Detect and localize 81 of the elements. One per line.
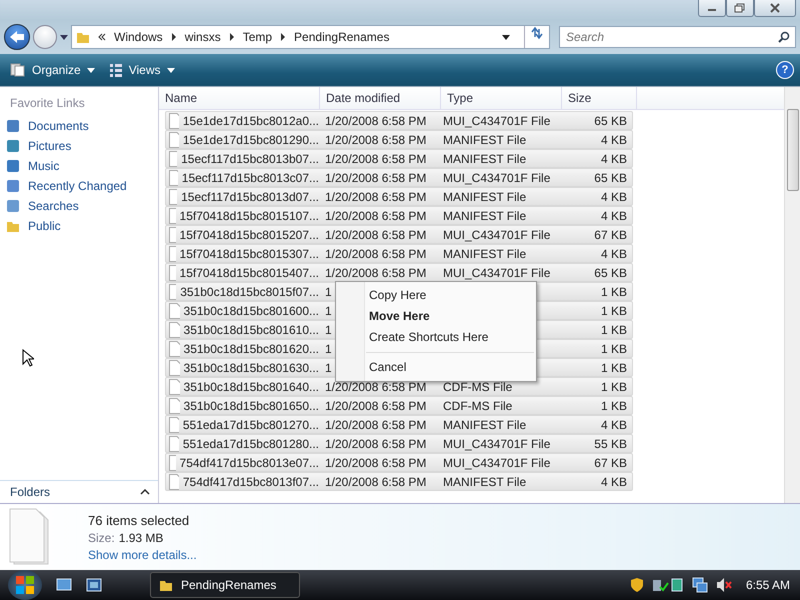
- table-cell: 1/20/2008 6:58 PM: [325, 474, 426, 488]
- table-cell: CDF-MS File: [443, 380, 512, 394]
- folders-label: Folders: [10, 485, 50, 499]
- table-cell: 1/20/2008 6:58 PM: [325, 132, 426, 146]
- table-cell: 1: [325, 342, 332, 356]
- size-label: Size:: [88, 530, 115, 544]
- table-cell: MANIFEST File: [443, 474, 526, 488]
- table-cell: 4 KB: [600, 190, 627, 204]
- clock: 6:55 AM: [746, 578, 790, 592]
- file-name: 351b0c18d15bc801650...: [184, 398, 319, 412]
- table-cell: MANIFEST File: [443, 208, 526, 222]
- table-cell: 1/20/2008 6:58 PM: [325, 418, 426, 432]
- file-name: 351b0c18d15bc8015f07...: [180, 284, 319, 298]
- table-cell: 1: [325, 360, 332, 374]
- table-cell: 1 KB: [600, 284, 627, 298]
- table-cell: 55 KB: [594, 436, 627, 450]
- file-name: 754df417d15bc8013f07...: [182, 474, 319, 488]
- table-cell: 1/20/2008 6:58 PM: [325, 436, 426, 450]
- file-name: 15f70418d15bc8015207...: [180, 228, 319, 242]
- file-name: 351b0c18d15bc801640...: [184, 380, 319, 394]
- file-name: 351b0c18d15bc801630...: [184, 360, 319, 374]
- table-cell: MUI_C434701F File: [443, 114, 550, 128]
- table-cell: 65 KB: [594, 114, 627, 128]
- table-cell: 1/20/2008 6:58 PM: [325, 246, 426, 260]
- file-name: 551eda17d15bc801280...: [182, 436, 319, 450]
- file-name: 551eda17d15bc801270...: [182, 418, 319, 432]
- table-cell: MANIFEST File: [443, 418, 526, 432]
- table-cell: 1: [325, 304, 332, 318]
- file-name: 351b0c18d15bc801610...: [184, 322, 319, 336]
- file-name: 15ecf117d15bc8013b07...: [181, 152, 319, 166]
- table-cell: 1/20/2008 6:58 PM: [325, 266, 426, 280]
- file-name: 15f70418d15bc8015307...: [180, 246, 319, 260]
- table-cell: 67 KB: [594, 228, 627, 242]
- table-cell: 1 KB: [600, 322, 627, 336]
- section-title: Favorite Links: [9, 95, 86, 112]
- table-cell: CDF-MS File: [443, 398, 512, 412]
- table-cell: 4 KB: [600, 208, 627, 222]
- table-cell: 65 KB: [594, 266, 627, 280]
- selection-summary: 76 items selected: [88, 512, 190, 528]
- table-cell: MUI_C434701F File: [443, 170, 550, 184]
- table-cell: 1/20/2008 6:58 PM: [325, 152, 426, 166]
- table-cell: MUI_C434701F File: [443, 228, 550, 242]
- table-cell: MANIFEST File: [443, 246, 526, 260]
- table-cell: MANIFEST File: [443, 152, 526, 166]
- file-name: 15e1de17d15bc801290...: [182, 132, 319, 146]
- table-cell: 1/20/2008 6:58 PM: [325, 380, 426, 394]
- table-cell: 1/20/2008 6:58 PM: [325, 456, 426, 470]
- table-cell: 1: [325, 322, 332, 336]
- table-cell: 4 KB: [600, 246, 627, 260]
- table-cell: 1/20/2008 6:58 PM: [325, 114, 426, 128]
- table-cell: 1 KB: [600, 380, 627, 394]
- table-cell: MUI_C434701F File: [443, 266, 550, 280]
- table-cell: 1 KB: [600, 304, 627, 318]
- file-name: 15ecf117d15bc8013d07...: [181, 190, 319, 204]
- table-cell: 1/20/2008 6:58 PM: [325, 190, 426, 204]
- file-name: 754df417d15bc8013e07...: [180, 456, 319, 470]
- table-cell: MANIFEST File: [443, 132, 526, 146]
- table-cell: MUI_C434701F File: [443, 436, 550, 450]
- table-cell: 1 KB: [600, 342, 627, 356]
- table-cell: 1/20/2008 6:58 PM: [325, 398, 426, 412]
- file-name: 15f70418d15bc8015107...: [180, 208, 319, 222]
- table-cell: MUI_C434701F File: [443, 456, 550, 470]
- table-cell: 1 KB: [600, 398, 627, 412]
- table-cell: 1/20/2008 6:58 PM: [325, 228, 426, 242]
- file-name: 15e1de17d15bc8012a0...: [182, 114, 319, 128]
- table-cell: 1/20/2008 6:58 PM: [325, 170, 426, 184]
- file-name: 351b0c18d15bc801600...: [184, 304, 319, 318]
- table-cell: 4 KB: [600, 152, 627, 166]
- table-cell: 4 KB: [600, 474, 627, 488]
- table-cell: 65 KB: [594, 170, 627, 184]
- file-name: 15ecf117d15bc8013c07...: [182, 170, 319, 184]
- table-cell: 4 KB: [600, 418, 627, 432]
- table-cell: 1: [325, 284, 332, 298]
- table-cell: 4 KB: [600, 132, 627, 146]
- file-name: 351b0c18d15bc801620...: [184, 342, 319, 356]
- file-name: 15f70418d15bc8015407...: [180, 266, 319, 280]
- table-cell: 67 KB: [594, 456, 627, 470]
- table-cell: 1/20/2008 6:58 PM: [325, 208, 426, 222]
- table-cell: MANIFEST File: [443, 190, 526, 204]
- size-value: 1.93 MB: [118, 530, 164, 544]
- table-cell: 1 KB: [600, 360, 627, 374]
